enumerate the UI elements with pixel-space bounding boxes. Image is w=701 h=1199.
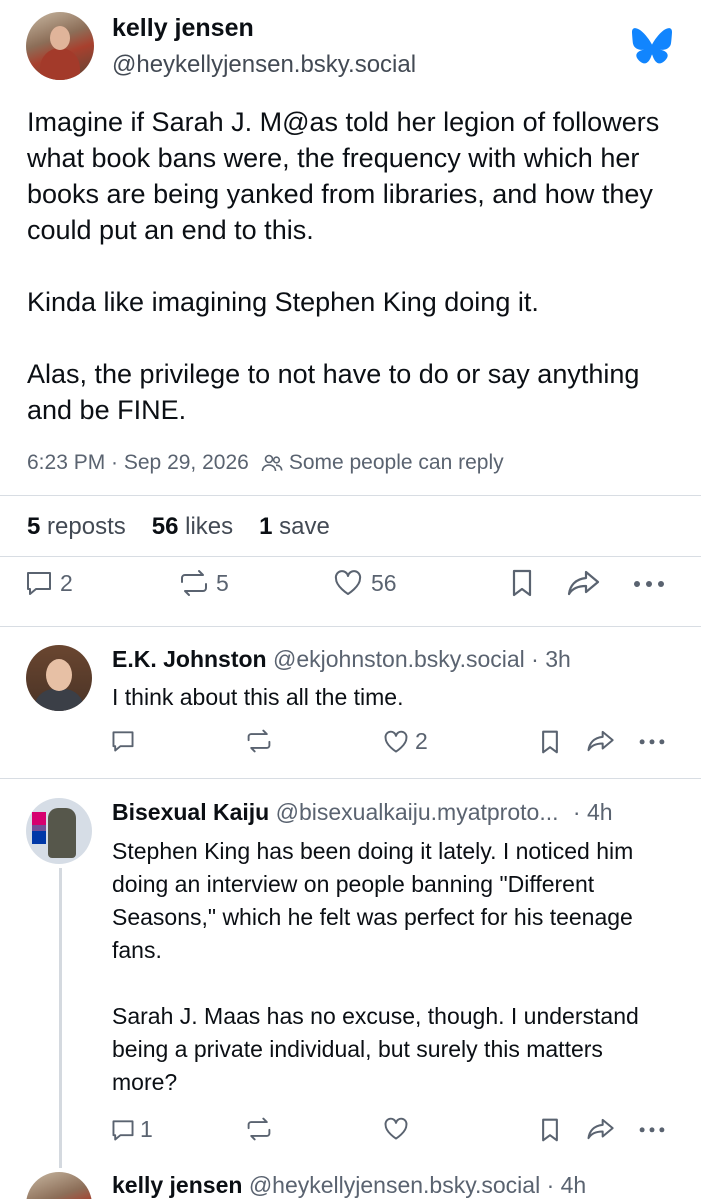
heart-icon [384, 1117, 408, 1140]
reply-paragraph: Stephen King has been doing it lately. I… [112, 838, 634, 963]
repost-button[interactable] [245, 1116, 273, 1142]
reply-icon [27, 572, 51, 595]
reply-body: Stephen King has been doing it lately. I… [112, 835, 672, 1132]
divider [0, 495, 701, 496]
repost-icon [181, 570, 207, 596]
author-name[interactable]: kelly jensen [112, 14, 254, 43]
reply-header: kelly jensen @heykellyjensen.bsky.social… [112, 1172, 586, 1199]
repost-icon [247, 1117, 271, 1141]
divider [0, 556, 701, 557]
reply-time: · 3h [531, 646, 571, 672]
post-meta: 6:23 PM · Sep 29, 2026 Some people can r… [27, 451, 504, 475]
reply-count: 1 [140, 1116, 153, 1142]
share-button[interactable] [586, 728, 616, 754]
reply-header: E.K. Johnston @ekjohnston.bsky.social · … [112, 646, 571, 673]
author-name[interactable]: Bisexual Kaiju [112, 799, 269, 825]
reply-icon [112, 731, 134, 752]
reply-count: 2 [60, 569, 73, 596]
post-paragraph: Kinda like imagining Stephen King doing … [27, 287, 539, 317]
reply-button[interactable]: 1 [110, 1116, 153, 1143]
bookmark-button[interactable] [538, 1116, 562, 1144]
more-icon [639, 739, 665, 745]
thread-line [59, 868, 62, 1168]
reposts-stat[interactable]: 5 reposts [27, 513, 126, 541]
avatar[interactable] [26, 798, 92, 864]
like-count: 56 [371, 569, 397, 596]
reply-paragraph: Sarah J. Maas has no excuse, though. I u… [112, 1003, 639, 1095]
author-handle[interactable]: @bisexualkaiju.myatproto... [276, 799, 559, 825]
more-icon [639, 1127, 665, 1133]
post-body: Imagine if Sarah J. M@as told her legion… [27, 104, 677, 464]
more-button[interactable] [632, 568, 666, 598]
heart-icon [334, 570, 362, 595]
share-icon [587, 730, 614, 752]
post-timestamp[interactable]: 6:23 PM · Sep 29, 2026 [27, 451, 249, 475]
bluesky-butterfly-icon [632, 28, 672, 64]
reply-button[interactable]: 2 [24, 568, 73, 598]
share-icon [587, 1118, 614, 1140]
bookmark-icon [542, 1118, 558, 1142]
saves-stat[interactable]: 1 save [259, 513, 330, 541]
more-icon [634, 581, 664, 587]
reply-paragraph: I think about this all the time. [112, 684, 404, 710]
reply-button[interactable] [110, 728, 140, 754]
post-paragraph: Imagine if Sarah J. M@as told her legion… [27, 107, 660, 245]
like-count: 2 [415, 728, 428, 754]
reply-time: · 4h [546, 1172, 587, 1198]
likes-stat[interactable]: 56 likes [152, 513, 233, 541]
bookmark-button[interactable] [538, 728, 562, 756]
author-handle[interactable]: @heykellyjensen.bsky.social [112, 51, 416, 79]
author-handle[interactable]: @heykellyjensen.bsky.social [249, 1172, 540, 1198]
heart-icon [384, 730, 408, 752]
reply-header: Bisexual Kaiju @bisexualkaiju.myatproto.… [112, 799, 613, 826]
share-button[interactable] [566, 568, 602, 598]
avatar[interactable] [26, 645, 92, 711]
like-button[interactable] [383, 1116, 409, 1142]
repost-button[interactable] [245, 728, 273, 754]
repost-icon [247, 729, 271, 753]
bookmark-button[interactable] [508, 568, 536, 598]
avatar[interactable] [26, 12, 94, 80]
author-name[interactable]: E.K. Johnston [112, 646, 267, 672]
more-button[interactable] [638, 1116, 666, 1142]
repost-button[interactable]: 5 [178, 568, 229, 598]
more-button[interactable] [638, 728, 666, 754]
author-name[interactable]: kelly jensen [112, 1172, 242, 1198]
divider [0, 626, 701, 627]
share-icon [567, 570, 600, 596]
post-stats: 5 reposts 56 likes 1 save [27, 513, 330, 541]
bookmark-icon [512, 569, 532, 597]
like-button[interactable]: 56 [333, 568, 397, 598]
reply-setting: Some people can reply [288, 451, 504, 474]
divider [0, 778, 701, 779]
post-paragraph: Alas, the privilege to not have to do or… [27, 359, 640, 425]
share-button[interactable] [586, 1116, 616, 1142]
like-button[interactable]: 2 [383, 728, 428, 755]
people-icon [261, 454, 283, 472]
avatar[interactable] [26, 1172, 92, 1199]
reply-icon [112, 1119, 134, 1140]
reply-time: · 4h [572, 799, 613, 825]
author-handle[interactable]: @ekjohnston.bsky.social [273, 646, 525, 672]
bookmark-icon [542, 730, 558, 754]
repost-count: 5 [216, 569, 229, 596]
